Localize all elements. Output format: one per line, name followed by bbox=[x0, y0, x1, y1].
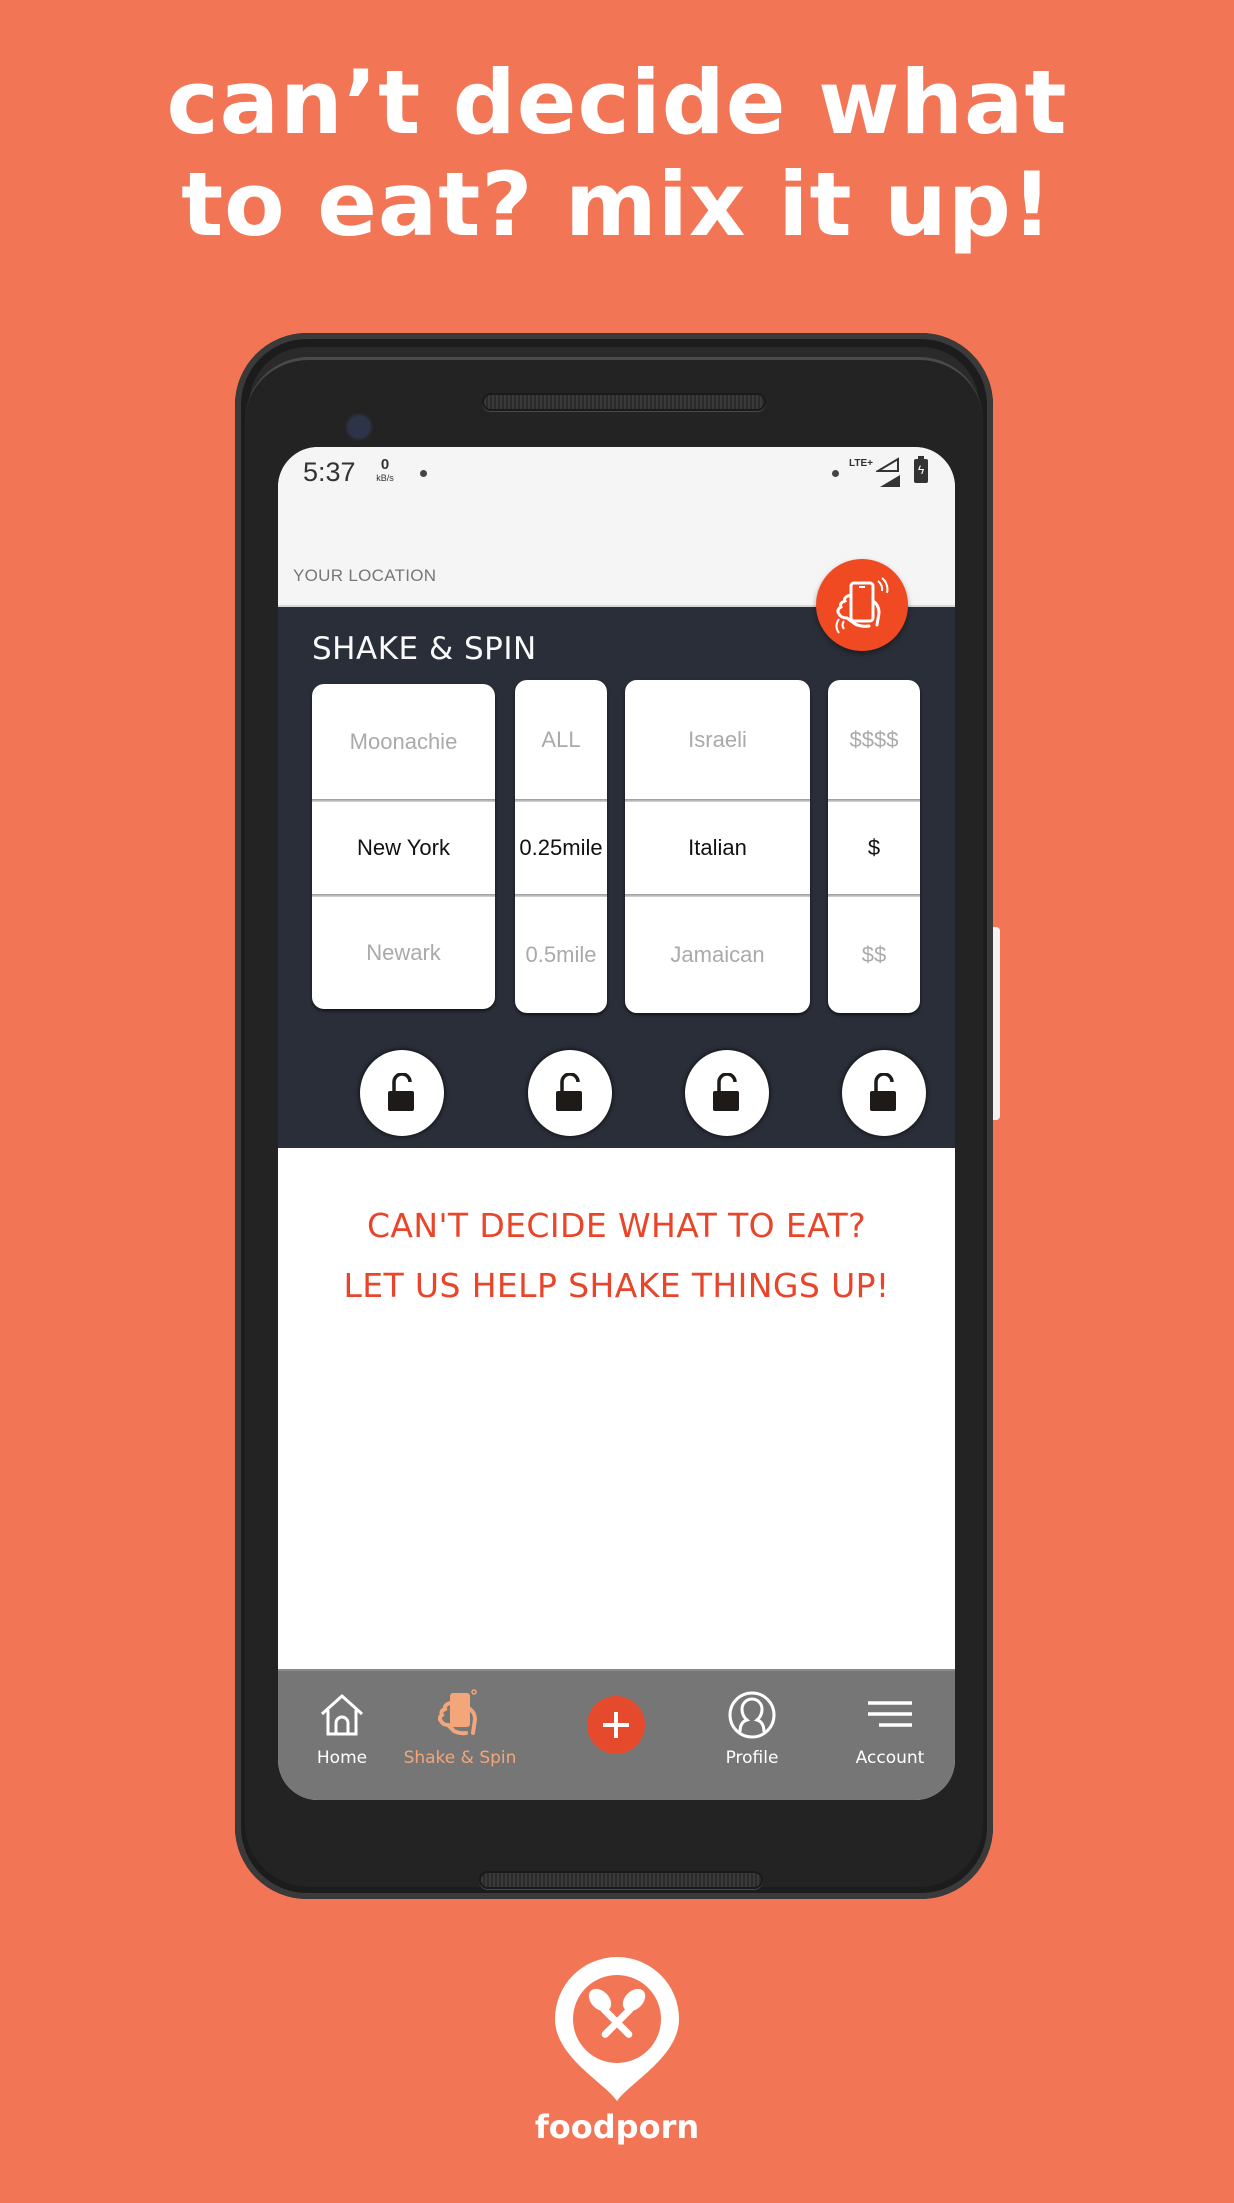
menu-icon bbox=[868, 1701, 912, 1727]
spinner-option-below[interactable]: $$ bbox=[828, 897, 920, 1013]
message-line-2: LET US HELP SHAKE THINGS UP! bbox=[343, 1266, 890, 1305]
nav-item-shake-spin[interactable]: Shake & Spin bbox=[400, 1689, 520, 1768]
status-time: 5:37 bbox=[303, 457, 356, 487]
shake-button[interactable] bbox=[816, 559, 908, 651]
lock-button-city[interactable] bbox=[360, 1050, 444, 1136]
shake-spin-panel: SHAKE & SPIN Moonachie New York Newark A… bbox=[278, 607, 955, 1148]
headline-line-2: to eat? mix it up! bbox=[181, 153, 1053, 256]
spinner-option-below[interactable]: Newark bbox=[312, 897, 495, 1009]
shake-phone-icon bbox=[835, 577, 889, 634]
plus-icon bbox=[603, 1712, 629, 1738]
unlock-icon bbox=[388, 1073, 414, 1111]
net-speed-unit: kB/s bbox=[376, 473, 394, 483]
nav-item-home[interactable]: Home bbox=[282, 1689, 402, 1768]
home-icon bbox=[320, 1694, 364, 1736]
battery-charging-icon: ϟ bbox=[914, 456, 928, 483]
lock-button-cuisine[interactable] bbox=[685, 1050, 769, 1136]
spinner-column-cuisine[interactable]: Israeli Italian Jamaican bbox=[625, 680, 810, 1013]
profile-icon bbox=[728, 1691, 776, 1739]
unlock-icon bbox=[870, 1073, 896, 1111]
spinner-option-above[interactable]: Israeli bbox=[625, 680, 810, 799]
brand-name: foodporn bbox=[534, 2108, 700, 2146]
headline-line-1: can’t decide what bbox=[166, 51, 1068, 154]
content-area: CAN'T DECIDE WHAT TO EAT? LET US HELP SH… bbox=[278, 1148, 955, 1669]
shake-phone-icon bbox=[438, 1689, 478, 1736]
phone-side-button bbox=[993, 927, 1000, 1120]
unlock-icon bbox=[713, 1073, 739, 1111]
nav-item-account[interactable]: Account bbox=[830, 1689, 950, 1768]
nav-label: Shake & Spin bbox=[403, 1748, 517, 1768]
spinner-column-distance[interactable]: ALL 0.25mile 0.5mile bbox=[515, 680, 607, 1013]
nav-label: Account bbox=[855, 1748, 925, 1768]
nav-add-button[interactable] bbox=[587, 1696, 645, 1754]
phone-speaker-top bbox=[482, 393, 766, 411]
spinner-option-above[interactable]: Moonachie bbox=[312, 684, 495, 799]
nav-item-profile[interactable]: Profile bbox=[692, 1689, 812, 1768]
unlock-icon bbox=[556, 1073, 582, 1111]
spinner-option-below[interactable]: Jamaican bbox=[625, 897, 810, 1013]
spinner-option-above[interactable]: $$$$ bbox=[828, 680, 920, 799]
status-bar: 5:37 0 kB/s LTE+ ϟ bbox=[278, 447, 955, 507]
phone-speaker-bottom bbox=[479, 1871, 763, 1889]
net-speed-value: 0 bbox=[380, 456, 390, 473]
spinner-option-below[interactable]: 0.5mile bbox=[515, 897, 607, 1013]
spinner-option-selected[interactable]: 0.25mile bbox=[515, 802, 607, 894]
phone-screen: 5:37 0 kB/s LTE+ ϟ YOUR LOCATION SHAKE &… bbox=[278, 447, 955, 1800]
promo-headline: can’t decide what to eat? mix it up! bbox=[0, 52, 1234, 256]
spinner-option-selected[interactable]: Italian bbox=[625, 802, 810, 894]
lock-button-distance[interactable] bbox=[528, 1050, 612, 1136]
spinner-option-selected[interactable]: New York bbox=[312, 802, 495, 894]
network-type: LTE+ bbox=[849, 458, 873, 469]
nav-label: Home bbox=[316, 1748, 368, 1768]
notification-dot-icon bbox=[420, 470, 427, 477]
notification-dot-icon bbox=[832, 470, 839, 477]
nav-label: Profile bbox=[725, 1748, 779, 1768]
message-line-1: CAN'T DECIDE WHAT TO EAT? bbox=[366, 1206, 867, 1245]
foodporn-logo-icon bbox=[555, 1957, 679, 2101]
lock-button-price[interactable] bbox=[842, 1050, 926, 1136]
location-label: YOUR LOCATION bbox=[293, 566, 437, 585]
spinner-option-above[interactable]: ALL bbox=[515, 680, 607, 799]
spinner-option-selected[interactable]: $ bbox=[828, 802, 920, 894]
panel-title: SHAKE & SPIN bbox=[312, 631, 537, 667]
phone-camera bbox=[348, 416, 370, 438]
bottom-navigation: Home Shake & Spin Profile Account bbox=[278, 1669, 955, 1800]
status-net-speed: 0 kB/s bbox=[372, 456, 398, 484]
signal-icon bbox=[876, 457, 900, 487]
spinner-column-price[interactable]: $$$$ $ $$ bbox=[828, 680, 920, 1013]
spinner-column-city[interactable]: Moonachie New York Newark bbox=[312, 684, 495, 1009]
